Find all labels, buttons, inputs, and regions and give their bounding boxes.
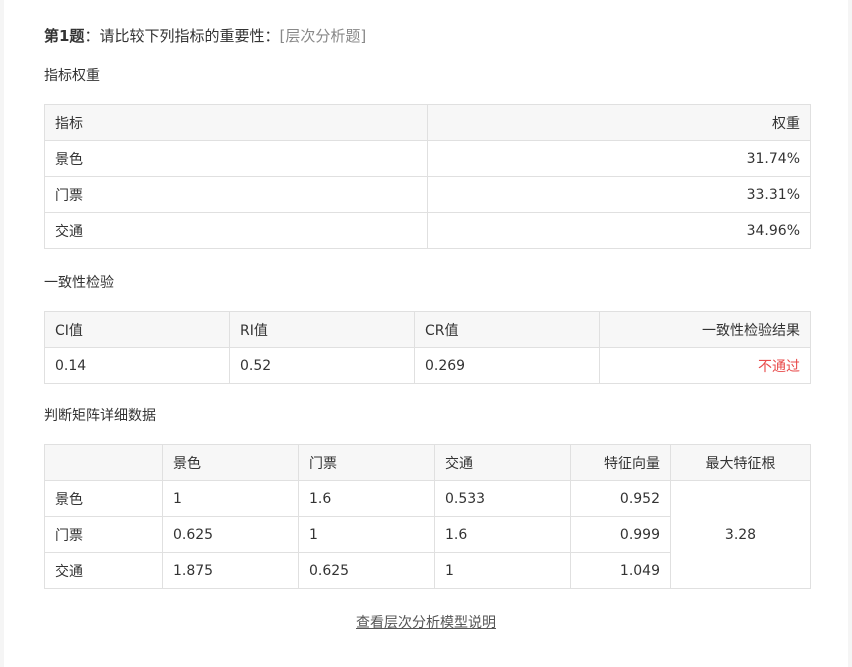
weights-header-row: 指标 权重 [44, 104, 811, 141]
table-row: 门票 33.31% [44, 176, 811, 213]
table-row: 景色 31.74% [44, 140, 811, 177]
footer-link-wrap: 查看层次分析模型说明 [0, 613, 852, 633]
result-header: 一致性检验结果 [599, 311, 811, 348]
eigenvector-value: 0.999 [570, 516, 671, 553]
ci-value: 0.14 [44, 347, 230, 384]
table-row: 交通 34.96% [44, 212, 811, 249]
matrix-cell: 0.533 [434, 480, 571, 517]
matrix-cell: 1.875 [162, 552, 299, 589]
cr-value: 0.269 [414, 347, 600, 384]
cr-header: CR值 [414, 311, 600, 348]
eigenvector-value: 1.049 [570, 552, 671, 589]
indicator-weight: 34.96% [427, 212, 811, 249]
matrix-cell: 1 [298, 516, 435, 553]
question-title: 第1题：请比较下列指标的重要性：[层次分析题] [44, 26, 366, 46]
matrix-table: 景色 门票 交通 特征向量 最大特征根 景色 1 1.6 0.533 0.952… [44, 444, 811, 589]
question-text: 请比较下列指标的重要性： [99, 27, 280, 45]
ri-header: RI值 [229, 311, 415, 348]
question-number: 第1题 [44, 27, 85, 45]
weights-header-weight: 权重 [427, 104, 811, 141]
question-colon: ： [84, 27, 100, 45]
weights-header-indicator: 指标 [44, 104, 428, 141]
consistency-result: 不通过 [599, 347, 811, 384]
ri-value: 0.52 [229, 347, 415, 384]
weights-section-title: 指标权重 [44, 68, 100, 84]
matrix-header-row: 景色 门票 交通 特征向量 最大特征根 [44, 444, 811, 481]
question-type: [层次分析题] [279, 27, 367, 45]
max-eigenvalue: 3.28 [670, 480, 811, 589]
eigenvector-value: 0.952 [570, 480, 671, 517]
matrix-cell: 1.6 [298, 480, 435, 517]
consistency-header-row: CI值 RI值 CR值 一致性检验结果 [44, 311, 811, 348]
indicator-name: 景色 [44, 140, 428, 177]
model-explanation-link[interactable]: 查看层次分析模型说明 [356, 615, 496, 631]
matrix-header-corner [44, 444, 163, 481]
matrix-row-name: 交通 [44, 552, 163, 589]
question-card: 第1题：请比较下列指标的重要性：[层次分析题] 指标权重 指标 权重 景色 31… [4, 0, 848, 667]
matrix-cell: 0.625 [162, 516, 299, 553]
indicator-name: 交通 [44, 212, 428, 249]
indicator-weight: 31.74% [427, 140, 811, 177]
consistency-table: CI值 RI值 CR值 一致性检验结果 0.14 0.52 0.269 不通过 [44, 311, 811, 384]
eigenvector-header: 特征向量 [570, 444, 671, 481]
max-eigenvalue-header: 最大特征根 [670, 444, 811, 481]
table-row: 0.14 0.52 0.269 不通过 [44, 347, 811, 384]
ci-header: CI值 [44, 311, 230, 348]
matrix-header-col: 景色 [162, 444, 299, 481]
matrix-row-name: 景色 [44, 480, 163, 517]
matrix-cell: 1 [434, 552, 571, 589]
matrix-cell: 1.6 [434, 516, 571, 553]
matrix-cell: 0.625 [298, 552, 435, 589]
matrix-row-name: 门票 [44, 516, 163, 553]
matrix-cell: 1 [162, 480, 299, 517]
indicator-weight: 33.31% [427, 176, 811, 213]
table-row: 景色 1 1.6 0.533 0.952 3.28 [44, 480, 811, 589]
consistency-section-title: 一致性检验 [44, 275, 114, 291]
indicator-name: 门票 [44, 176, 428, 213]
matrix-header-col: 交通 [434, 444, 571, 481]
matrix-section-title: 判断矩阵详细数据 [44, 408, 156, 424]
matrix-header-col: 门票 [298, 444, 435, 481]
weights-table: 指标 权重 景色 31.74% 门票 33.31% 交通 34.96% [44, 104, 811, 249]
